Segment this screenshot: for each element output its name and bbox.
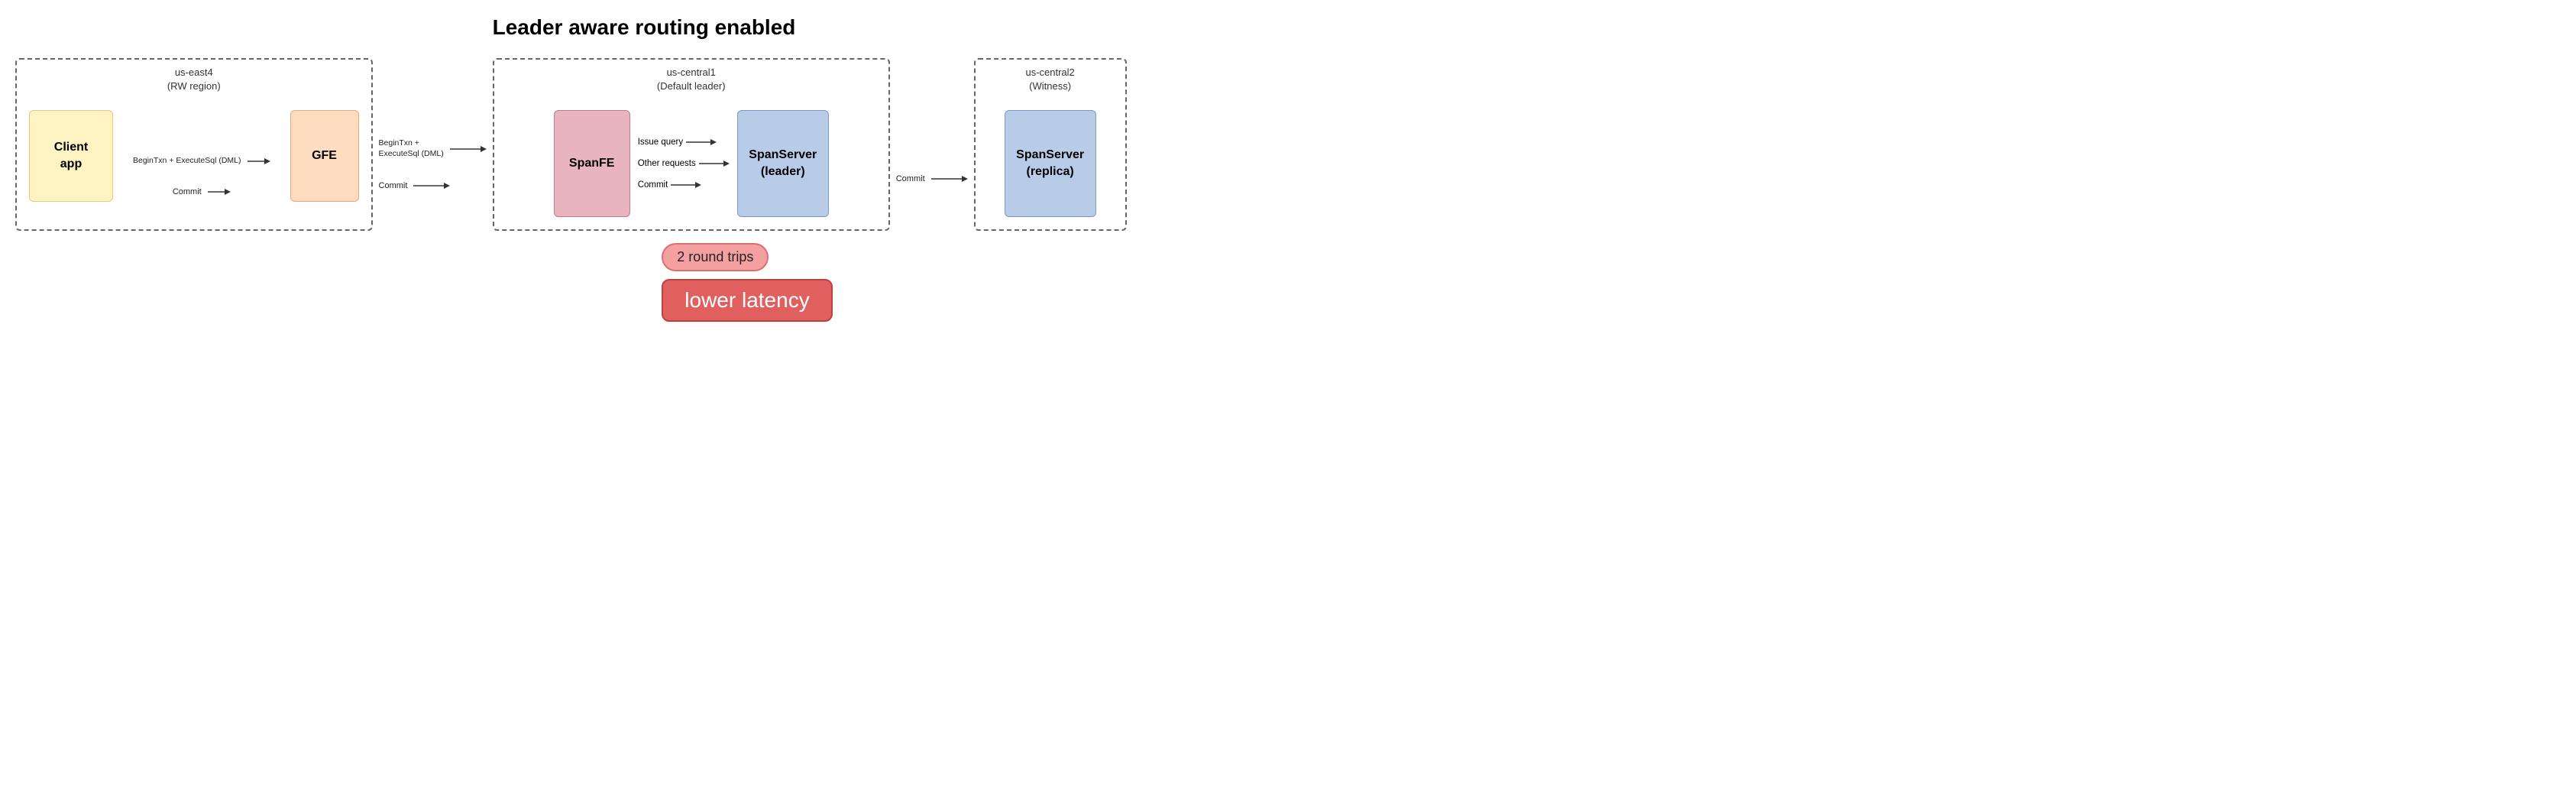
region-us-central1: us-central1 (Default leader) SpanFE Issu…	[493, 58, 890, 231]
gfe-spanfe-arrows: BeginTxn + ExecuteSql (DML) Commit	[373, 99, 493, 231]
gfe-node: GFE	[290, 110, 359, 202]
region-us-central2: us-central2 (Witness) SpanServer (replic…	[974, 58, 1127, 231]
client-app-node: Client app	[29, 110, 113, 202]
gfe-spanfe-arrow-top: BeginTxn + ExecuteSql (DML)	[379, 138, 487, 159]
lower-latency-badge: lower latency	[662, 279, 832, 322]
arrow-right-icon6	[699, 158, 730, 169]
spanfe-spanserver-arrow-top: Issue query	[638, 137, 730, 148]
diagram: us-east4 (RW region) Client app BeginTxn…	[15, 58, 1273, 231]
arrow-right-icon2	[208, 186, 231, 198]
client-gfe-arrow-bottom: Commit	[173, 186, 231, 198]
spanfe-label: SpanFE	[569, 155, 615, 172]
arrow-right-icon5	[686, 137, 717, 148]
arrow-right-icon3	[450, 143, 487, 155]
spanserver-replica-node: SpanServer (replica)	[1005, 110, 1096, 217]
leader-replica-arrow: Commit	[896, 173, 968, 185]
client-app-label: Client app	[54, 139, 88, 173]
page-title: Leader aware routing enabled	[493, 15, 796, 40]
spanfe-spanserver-arrow-bottom: Commit	[638, 180, 730, 190]
spanfe-spanserver-arrows: Issue query Other requests Commit	[630, 137, 737, 190]
spanfe-spanserver-arrow-mid: Other requests	[638, 158, 730, 169]
arrow-right-icon8	[931, 173, 968, 185]
arrow-right-icon7	[671, 180, 701, 190]
region-us-east4-label: us-east4 (RW region)	[167, 66, 221, 93]
badges-area: 2 round trips lower latency	[662, 243, 832, 322]
leader-replica-arrows: Commit	[890, 127, 974, 231]
gfe-spanfe-arrow-bottom: Commit	[379, 180, 451, 192]
client-gfe-arrow-top: BeginTxn + ExecuteSql (DML)	[133, 155, 270, 167]
region-us-central1-label: us-central1 (Default leader)	[657, 66, 726, 93]
arrow-right-icon	[248, 155, 270, 167]
arrow-right-icon4	[413, 180, 450, 192]
spanserver-leader-node: SpanServer (leader)	[737, 110, 829, 217]
spanfe-node: SpanFE	[554, 110, 630, 217]
gfe-label: GFE	[312, 148, 337, 164]
region-us-east4: us-east4 (RW region) Client app BeginTxn…	[15, 58, 373, 231]
region-us-central2-label: us-central2 (Witness)	[1025, 66, 1074, 93]
spanserver-leader-label: SpanServer (leader)	[749, 147, 817, 181]
round-trips-badge: 2 round trips	[662, 243, 769, 271]
client-gfe-arrows: BeginTxn + ExecuteSql (DML) Commit	[128, 155, 275, 198]
spanserver-replica-label: SpanServer (replica)	[1016, 147, 1084, 181]
